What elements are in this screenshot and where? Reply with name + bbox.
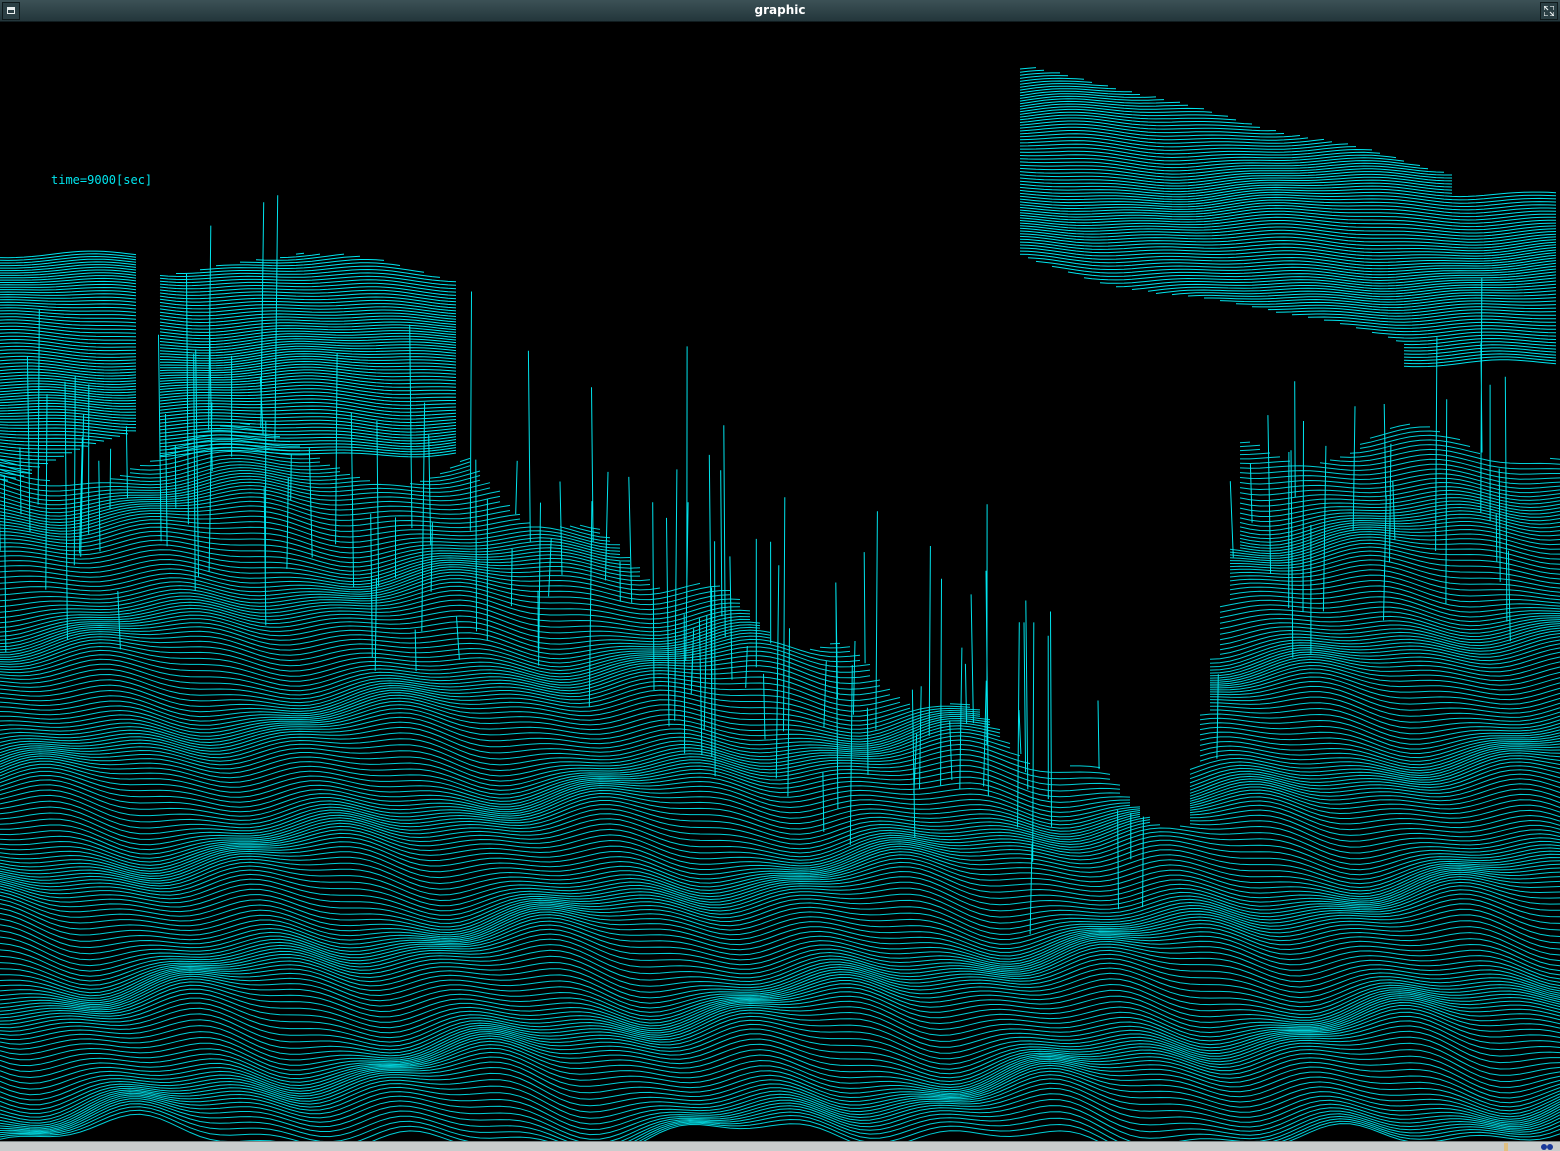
upper-right-surface-patch — [1019, 67, 1557, 368]
maximize-button[interactable] — [1540, 2, 1558, 20]
graphic-canvas[interactable]: time=9000[sec] — [0, 23, 1560, 1141]
surface-mesh — [0, 67, 1560, 1141]
window-title: graphic — [754, 3, 806, 17]
upper-left-surface-patch — [0, 251, 456, 482]
surface-scanlines — [0, 422, 1560, 1141]
maximize-icon — [1544, 6, 1554, 16]
tray-marker — [1504, 1143, 1508, 1151]
application-window: graphic time=9000[sec] — [0, 0, 1560, 1151]
title-bar[interactable]: graphic — [0, 0, 1560, 22]
time-label: time=9000[sec] — [51, 173, 153, 187]
wireframe-surface-plot — [0, 67, 1560, 1141]
tray-icon[interactable] — [1540, 1143, 1554, 1151]
status-bar — [0, 1141, 1560, 1151]
